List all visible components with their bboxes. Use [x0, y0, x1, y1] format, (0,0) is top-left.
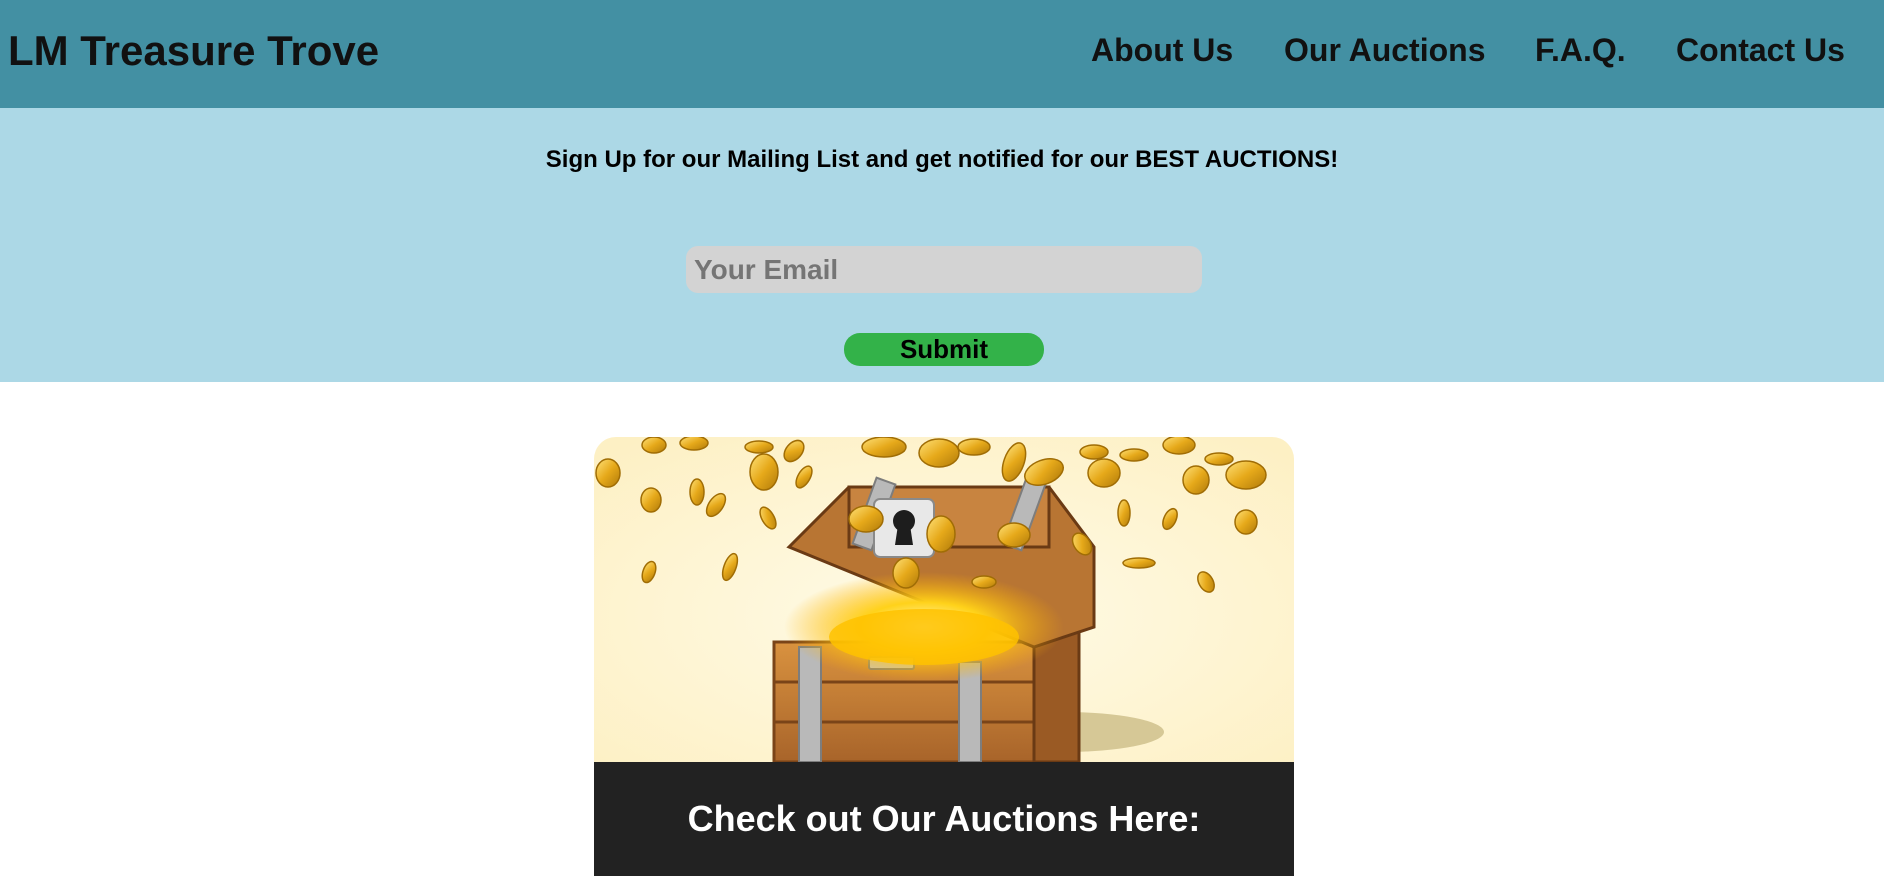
site-header: LM Treasure Trove About Us Our Auctions …: [0, 0, 1884, 108]
nav-our-auctions[interactable]: Our Auctions: [1284, 32, 1485, 69]
submit-button[interactable]: Submit: [844, 333, 1044, 366]
auctions-cta-text: Check out Our Auctions Here:: [687, 798, 1201, 839]
auctions-feature-card[interactable]: Check out Our Auctions Here:: [594, 437, 1294, 876]
email-input[interactable]: [686, 246, 1202, 293]
auctions-cta[interactable]: Check out Our Auctions Here:: [594, 762, 1294, 876]
mailing-list-signup: Sign Up for our Mailing List and get not…: [0, 108, 1884, 382]
nav-contact-us[interactable]: Contact Us: [1676, 32, 1845, 69]
nav-faq[interactable]: F.A.Q.: [1535, 32, 1626, 69]
nav-about-us[interactable]: About Us: [1091, 32, 1233, 69]
main-nav: About Us Our Auctions F.A.Q. Contact Us: [0, 32, 1884, 76]
signup-message: Sign Up for our Mailing List and get not…: [545, 146, 1339, 173]
treasure-chest-image: [594, 437, 1294, 762]
